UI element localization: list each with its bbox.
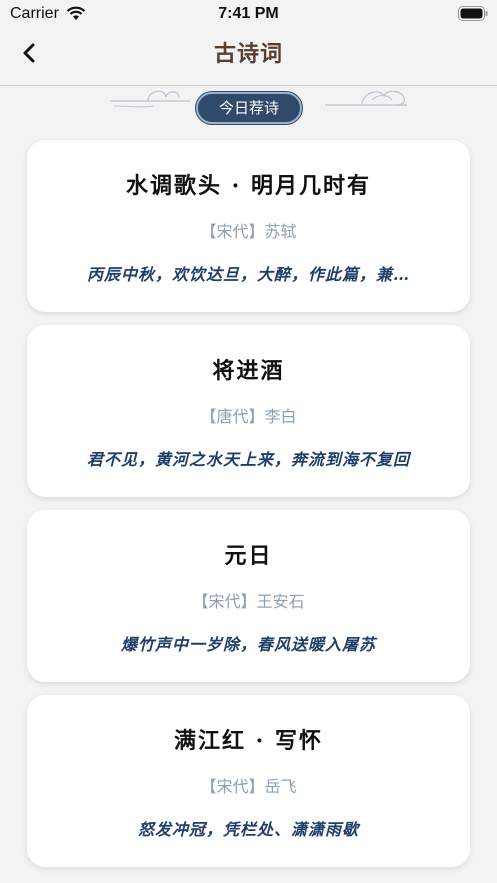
poem-card[interactable]: 将进酒 【唐代】李白 君不见，黄河之水天上来，奔流到海不复回 — [27, 325, 470, 497]
poem-title: 将进酒 — [212, 358, 285, 384]
poem-title: 水调歌头 · 明月几时有 — [126, 173, 371, 199]
poem-card[interactable]: 元日 【宋代】王安石 爆竹声中一岁除，春风送暖入屠苏 — [27, 510, 470, 682]
page-title: 古诗词 — [213, 42, 283, 67]
poem-excerpt: 丙辰中秋，欢饮达旦，大醉，作此篇，兼… — [86, 265, 410, 284]
poem-author: 【宋代】王安石 — [192, 592, 305, 611]
battery-icon — [458, 6, 488, 21]
poem-title: 元日 — [224, 543, 273, 569]
poem-excerpt: 君不见，黄河之水天上来，奔流到海不复回 — [86, 450, 410, 469]
poem-author: 【宋代】苏轼 — [200, 222, 297, 241]
poem-excerpt: 怒发冲冠，凭栏处、潇潇雨歇 — [137, 820, 359, 839]
poem-excerpt: 爆竹声中一岁除，春风送暖入屠苏 — [120, 635, 376, 654]
poem-author: 【唐代】李白 — [200, 407, 297, 426]
poem-author: 【宋代】岳飞 — [200, 777, 297, 796]
cloud-decoration-left-icon — [110, 86, 205, 110]
nav-bar: 古诗词 — [0, 28, 497, 86]
today-recommend-badge: 今日荐诗 — [196, 92, 302, 124]
section-header: 今日荐诗 — [0, 86, 497, 126]
poem-card[interactable]: 水调歌头 · 明月几时有 【宋代】苏轼 丙辰中秋，欢饮达旦，大醉，作此篇，兼… — [27, 140, 470, 312]
status-time: 7:41 PM — [218, 5, 279, 22]
poem-title: 满江红 · 写怀 — [174, 728, 323, 754]
poem-card[interactable]: 满江红 · 写怀 【宋代】岳飞 怒发冲冠，凭栏处、潇潇雨歇 — [27, 695, 470, 867]
cloud-decoration-right-icon — [322, 86, 417, 110]
status-bar: Carrier 7:41 PM — [0, 0, 497, 28]
